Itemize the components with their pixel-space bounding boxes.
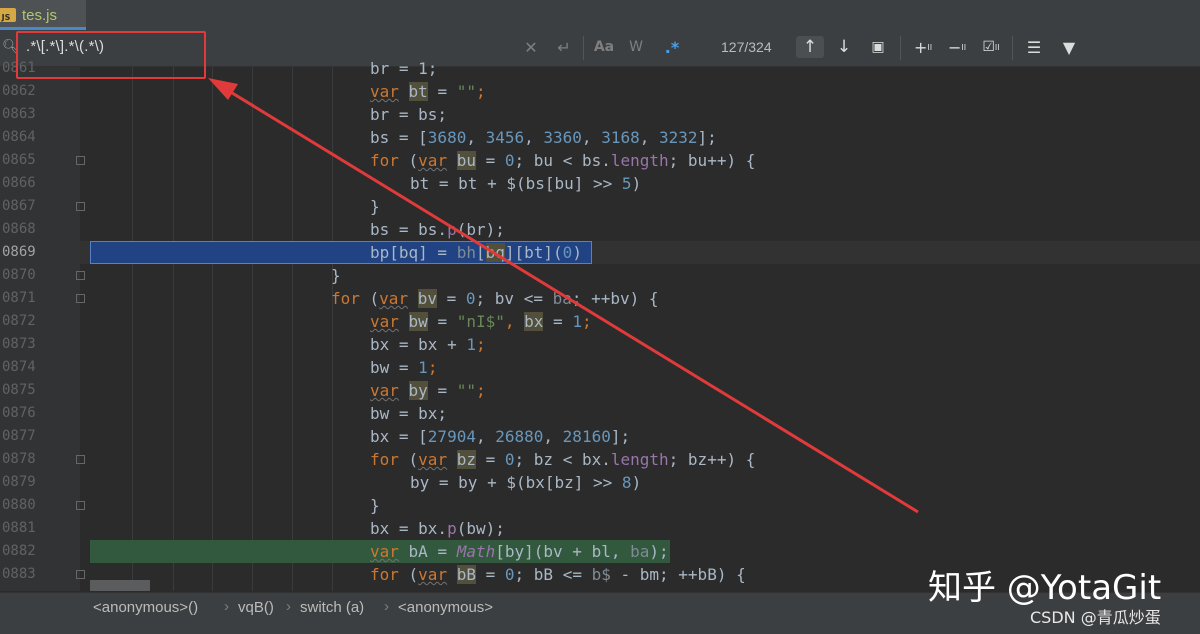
zhihu-watermark: 知乎 @YotaGit xyxy=(928,568,1162,608)
annotation-arrow xyxy=(208,78,919,514)
csdn-watermark: CSDN @青瓜炒蛋 xyxy=(1030,608,1161,627)
